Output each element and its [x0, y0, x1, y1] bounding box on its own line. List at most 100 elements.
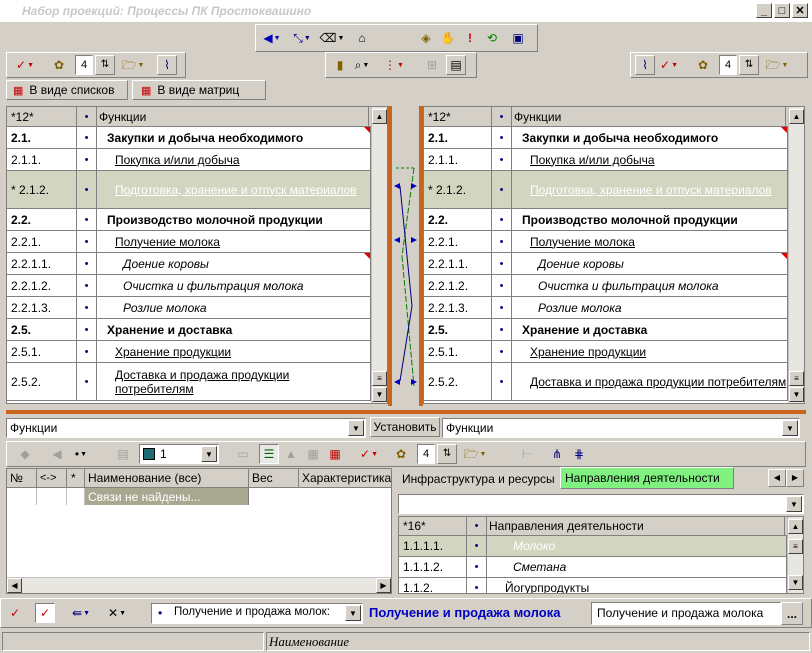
check-icon[interactable]: ✓ ▼: [15, 55, 35, 75]
table-row[interactable]: 2.1. • Закупки и добыча необходимого: [424, 127, 804, 149]
tree-icon[interactable]: ⋮ ▼: [384, 55, 404, 75]
table-row[interactable]: 2.5.2. • Доставка и продажа продукции потр…: [424, 363, 804, 401]
horizontal-splitter[interactable]: [6, 410, 806, 414]
maximize-button[interactable]: □: [774, 3, 790, 18]
browse-button[interactable]: ...: [781, 602, 803, 625]
matrix-icon[interactable]: ▦: [325, 444, 345, 464]
lower-check-icon[interactable]: ✓ ▼: [359, 444, 379, 464]
directions-filter-arrow-icon[interactable]: ▼: [786, 496, 802, 512]
left-filter-combo[interactable]: Функции ▼: [6, 418, 366, 438]
links-scroll-right-icon[interactable]: ▶: [376, 578, 391, 593]
table-row[interactable]: 1.1.1.2. • Сметана: [399, 557, 803, 578]
book-icon[interactable]: ▮: [330, 55, 350, 75]
eraser-icon[interactable]: ⌫ ▼: [320, 28, 345, 48]
directions-scroll-down-icon[interactable]: ▼: [788, 575, 803, 590]
copy-icon[interactable]: ▭: [233, 444, 253, 464]
table-row[interactable]: 2.5.2. • Доставка и продажа продукции потр…: [7, 363, 387, 401]
chart-icon[interactable]: ⌇: [157, 55, 177, 75]
back-icon[interactable]: ◀ ▼: [262, 28, 282, 48]
insert-icon[interactable]: ⇚ ▼: [71, 603, 91, 623]
filter-icon[interactable]: ✿: [49, 55, 69, 75]
minimize-button[interactable]: _: [756, 3, 772, 18]
current-element-arrow-icon[interactable]: ▼: [345, 605, 361, 621]
network2-icon[interactable]: ⋕: [569, 444, 589, 464]
lower-level-value[interactable]: 4: [417, 444, 435, 464]
table-row[interactable]: 2.5. • Хранение и доставка: [424, 319, 804, 341]
table-icon[interactable]: ▤: [113, 444, 133, 464]
dot-dropdown[interactable]: • ▼: [71, 444, 91, 464]
table-row[interactable]: 2.2. • Производство молочной продукции: [424, 209, 804, 231]
right-sort-icon[interactable]: ⇅: [739, 55, 759, 75]
table-row[interactable]: 2.2.1.1. • Доение коровы: [7, 253, 387, 275]
name-field[interactable]: Получение и продажа молока: [591, 602, 781, 625]
table-row[interactable]: 2.2.1.1. • Доение коровы: [424, 253, 804, 275]
directions-scroll-thumb[interactable]: ≡: [788, 539, 803, 554]
tab-infrastructure[interactable]: Инфраструктура и ресурсы: [398, 469, 558, 489]
right-level-value[interactable]: 4: [719, 55, 737, 75]
scroll-up-icon[interactable]: ▲: [372, 109, 387, 124]
table-row[interactable]: 2.2.1.3. • Розлие молока: [424, 297, 804, 319]
directions-filter-combo[interactable]: ▼: [398, 494, 804, 514]
table-row[interactable]: 2.1. • Закупки и добыча необходимого: [7, 127, 387, 149]
tabs-prev-icon[interactable]: ◀: [768, 469, 786, 487]
level-combo[interactable]: 1 ▼: [139, 444, 219, 464]
table-row[interactable]: 2.2.1.2. • Очистка и фильтрация молока: [424, 275, 804, 297]
prev-icon[interactable]: ◀: [47, 444, 67, 464]
right-chart-icon[interactable]: ⌇: [635, 55, 655, 75]
right-filter-arrow-icon[interactable]: ▼: [782, 420, 798, 436]
table-row[interactable]: 2.2.1. • Получение молока: [7, 231, 387, 253]
tabs-next-icon[interactable]: ▶: [786, 469, 804, 487]
links-scroll-left-icon[interactable]: ◀: [7, 578, 22, 593]
right-filter-combo[interactable]: Функции ▼: [442, 418, 800, 438]
home-icon[interactable]: ⌂: [352, 28, 372, 48]
left-filter-arrow-icon[interactable]: ▼: [348, 420, 364, 436]
preview-icon[interactable]: ⌕ ▼: [352, 55, 372, 75]
network-icon[interactable]: ⋔: [547, 444, 567, 464]
table-row[interactable]: 2.5. • Хранение и доставка: [7, 319, 387, 341]
table-row[interactable]: 1.1.1.1. • Молоко: [399, 536, 803, 557]
tab-matrix-view[interactable]: ▦ В виде матриц: [132, 80, 266, 100]
table-row[interactable]: 2.5.1. • Хранение продукции: [7, 341, 387, 363]
hierarchy-icon[interactable]: ⊞: [422, 55, 442, 75]
lower-folder-icon[interactable]: 🗁 ▼: [464, 444, 487, 464]
right-scrollbar[interactable]: ▲ ≡ ▼: [788, 107, 804, 403]
right-scroll-thumb[interactable]: ≡: [789, 371, 804, 386]
left-scrollbar[interactable]: ▲ ≡ ▼: [371, 107, 387, 403]
table-row[interactable]: 1.1.2. • Йогурпродукты: [399, 578, 803, 593]
folder-icon[interactable]: 🗁 ▼: [122, 55, 145, 75]
list-icon[interactable]: ☰: [259, 444, 279, 464]
close-button[interactable]: ✕: [792, 3, 808, 18]
sort-icon[interactable]: ⇅: [95, 55, 115, 75]
right-check-icon[interactable]: ✓ ▼: [659, 55, 679, 75]
document-icon[interactable]: ▤: [446, 55, 466, 75]
apply-button[interactable]: Установить: [370, 417, 440, 437]
bottom-check-icon[interactable]: ✓: [5, 603, 25, 623]
table-row[interactable]: * 2.1.2. • Подготовка, хранение и отпуск м…: [7, 171, 387, 209]
right-folder-icon[interactable]: 🗁 ▼: [766, 55, 789, 75]
table-row[interactable]: 2.2.1.2. • Очистка и фильтрация молока: [7, 275, 387, 297]
table-row[interactable]: 2.5.1. • Хранение продукции: [424, 341, 804, 363]
refresh-icon[interactable]: ⟲: [482, 28, 502, 48]
up-icon[interactable]: ▲: [281, 444, 301, 464]
tab-list-view[interactable]: ▦ В виде списков: [6, 80, 128, 100]
links-hscrollbar[interactable]: ◀ ▶: [7, 577, 391, 593]
save-icon[interactable]: ▣: [508, 28, 528, 48]
scroll-down-icon[interactable]: ▼: [372, 387, 387, 402]
diamond-icon[interactable]: ◆: [15, 444, 35, 464]
table-row[interactable]: 2.2. • Производство молочной продукции: [7, 209, 387, 231]
table-row[interactable]: 2.1.1. • Покупка и/или добыча: [424, 149, 804, 171]
table-row[interactable]: 2.2.1. • Получение молока: [424, 231, 804, 253]
right-filter-icon[interactable]: ✿: [693, 55, 713, 75]
scroll-thumb[interactable]: ≡: [372, 371, 387, 386]
tab-directions[interactable]: Направления деятельности: [560, 467, 734, 489]
connector-icon[interactable]: ⤡ ▼: [292, 28, 312, 48]
level-arrow-icon[interactable]: ▼: [201, 446, 217, 462]
right-scroll-up-icon[interactable]: ▲: [789, 109, 804, 124]
delete-icon[interactable]: ✕ ▼: [107, 603, 127, 623]
table-row[interactable]: 2.1.1. • Покупка и/или добыча: [7, 149, 387, 171]
directions-scroll-up-icon[interactable]: ▲: [788, 519, 803, 534]
exclamation-icon[interactable]: !: [460, 28, 480, 48]
current-element-combo[interactable]: • Получение и продажа молок: ▼: [151, 603, 363, 624]
table-row[interactable]: 2.2.1.3. • Розлие молока: [7, 297, 387, 319]
grid-icon[interactable]: ▦: [303, 444, 323, 464]
